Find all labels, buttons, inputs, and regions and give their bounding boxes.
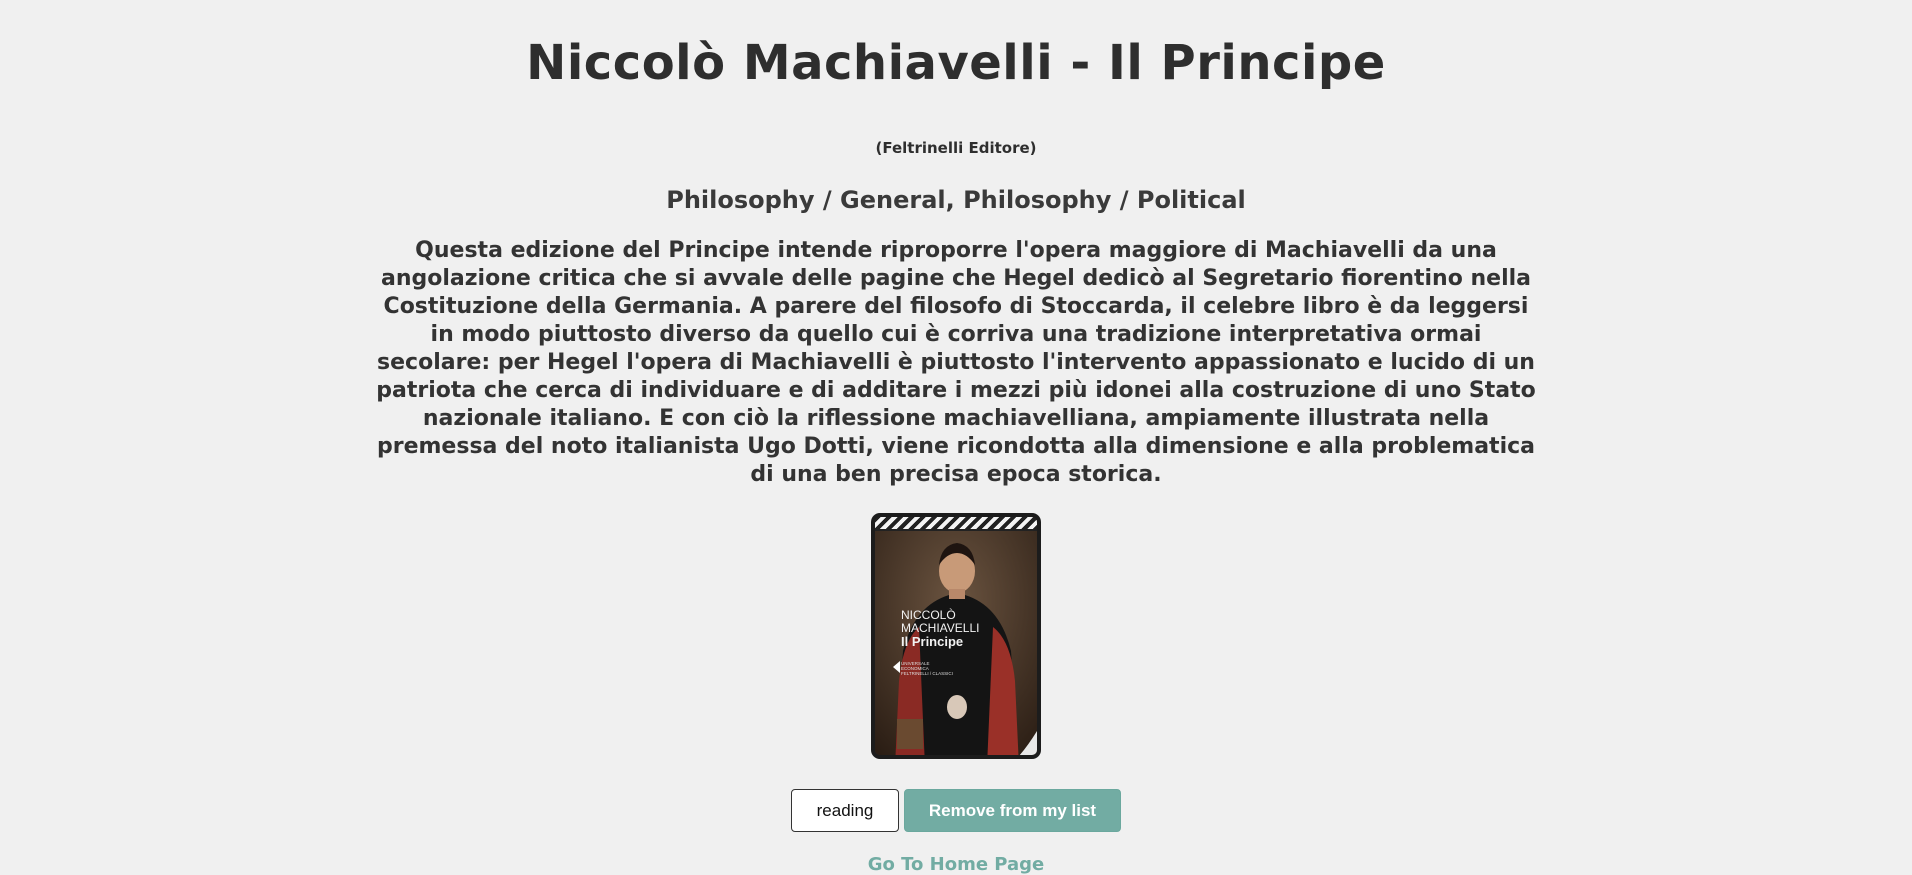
cover-stripe <box>875 517 1037 531</box>
publisher-logo-icon <box>893 661 900 673</box>
go-home-link[interactable]: Go To Home Page <box>868 854 1045 875</box>
book-cover-image: NICCOLÒ MACHIAVELLI Il Principe UNIVERSA… <box>871 513 1041 759</box>
book-description: Questa edizione del Principe intende rip… <box>376 238 1536 487</box>
book-categories: Philosophy / General, Philosophy / Polit… <box>666 186 1246 214</box>
book-publisher: (Feltrinelli Editore) <box>875 139 1037 157</box>
cover-series: UNIVERSALE ECONOMICA FELTRINELLI / CLASS… <box>901 661 971 676</box>
cover-series-line: FELTRINELLI / CLASSICI <box>901 671 953 676</box>
remove-from-list-button[interactable]: Remove from my list <box>904 789 1121 832</box>
cover-title: Il Principe <box>901 634 964 649</box>
book-title: Niccolò Machiavelli - Il Principe <box>526 35 1386 91</box>
cover-text: NICCOLÒ MACHIAVELLI Il Principe <box>901 609 979 649</box>
reading-status-select[interactable]: reading <box>791 789 899 832</box>
book-actions: reading Remove from my list <box>791 789 1121 832</box>
book-detail-page: Niccolò Machiavelli - Il Principe (Feltr… <box>0 0 1912 875</box>
